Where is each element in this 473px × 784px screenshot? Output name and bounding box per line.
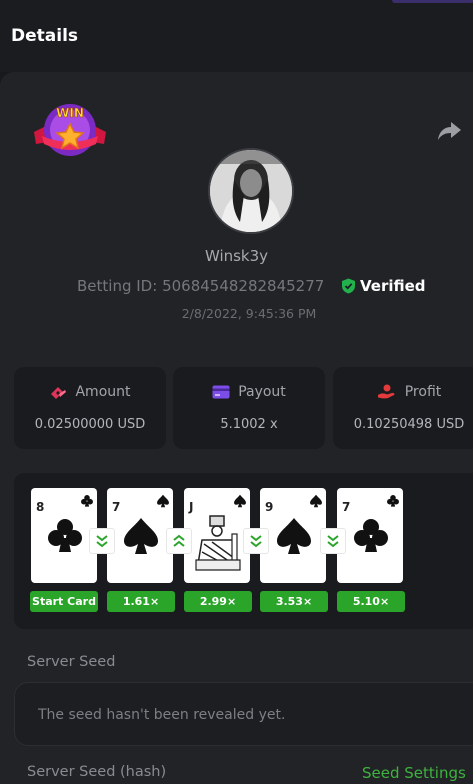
card-multiplier: 1.61× xyxy=(107,591,175,612)
spade-icon xyxy=(157,494,169,508)
verified-label: Verified xyxy=(360,277,426,295)
playing-card: 8 xyxy=(31,488,97,583)
chevron-up-icon xyxy=(173,534,185,547)
card-rank: 9 xyxy=(265,500,274,514)
share-icon[interactable] xyxy=(436,120,462,142)
guess-lower xyxy=(89,528,115,554)
avatar xyxy=(208,148,294,234)
card-label: Start Card xyxy=(30,591,98,612)
guess-higher xyxy=(166,528,192,554)
stat-amount: Amount 0.02500000 USD xyxy=(14,367,166,449)
avatar-photo xyxy=(210,150,292,232)
bet-date: 2/8/2022, 9:45:36 PM xyxy=(181,306,317,321)
stat-profit: Profit 0.10250498 USD xyxy=(333,367,473,449)
stat-payout-value: 5.1002 x xyxy=(220,417,278,432)
server-seed-label: Server Seed xyxy=(27,654,116,670)
playing-card: 7 xyxy=(337,488,403,583)
credit-card-icon xyxy=(212,385,230,399)
club-icon xyxy=(48,519,82,552)
win-badge-icon: WIN xyxy=(34,104,106,156)
chevron-down-icon xyxy=(96,535,108,548)
server-seed-placeholder: The seed hasn't been revealed yet. xyxy=(38,707,286,723)
card-rank: 7 xyxy=(342,500,351,514)
club-icon xyxy=(354,519,388,552)
profit-hand-icon xyxy=(377,384,395,399)
chevron-down-icon xyxy=(327,535,339,548)
chevron-down-icon xyxy=(250,535,262,548)
club-icon xyxy=(81,495,93,507)
money-hand-icon xyxy=(51,387,67,399)
card-multiplier: 2.99× xyxy=(184,591,252,612)
betting-id: Betting ID: 50684548282845277 xyxy=(77,277,324,295)
stat-payout-label: Payout xyxy=(238,384,286,400)
playing-card: 7 xyxy=(107,488,173,583)
spade-icon xyxy=(277,518,311,554)
seed-settings-link[interactable]: Seed Settings xyxy=(362,764,466,782)
verified-badge: Verified xyxy=(341,277,426,295)
stat-payout: Payout 5.1002 x xyxy=(173,367,325,449)
spade-icon xyxy=(124,518,158,554)
server-seed-field[interactable]: The seed hasn't been revealed yet. xyxy=(14,682,473,746)
card-rank: J xyxy=(189,500,194,514)
stat-amount-label: Amount xyxy=(75,384,131,400)
club-icon xyxy=(387,495,399,507)
card-multiplier: 5.10× xyxy=(337,591,405,612)
page-title: Details xyxy=(11,26,79,46)
stat-profit-label: Profit xyxy=(404,384,442,400)
spade-icon xyxy=(310,494,322,508)
username[interactable]: Winsk3y xyxy=(0,247,473,265)
betting-id-label: Betting ID: xyxy=(77,277,158,295)
guess-lower xyxy=(320,528,346,554)
win-badge-text: WIN xyxy=(56,106,84,120)
playing-card: 9 xyxy=(260,488,326,583)
top-accent xyxy=(392,0,473,3)
guess-lower xyxy=(243,528,269,554)
card-multiplier: 3.53× xyxy=(260,591,328,612)
card-rank: 8 xyxy=(36,500,45,514)
stat-amount-value: 0.02500000 USD xyxy=(34,417,146,432)
card-rank: 7 xyxy=(112,500,121,514)
betting-id-value: 50684548282845277 xyxy=(162,277,325,295)
jack-face-icon xyxy=(195,515,241,571)
stat-profit-value: 0.10250498 USD xyxy=(353,417,465,432)
spade-icon xyxy=(234,494,246,508)
verified-shield-icon xyxy=(342,278,355,294)
server-seed-hash-label: Server Seed (hash) xyxy=(27,764,167,780)
playing-card: J xyxy=(184,488,250,583)
